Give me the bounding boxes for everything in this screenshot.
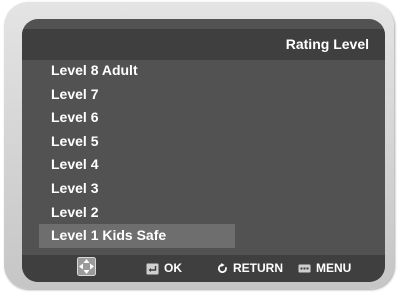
navigate-hint <box>77 257 101 276</box>
enter-icon <box>146 263 159 274</box>
rating-level-item[interactable]: Level 2 <box>39 201 235 225</box>
page-title: Rating Level <box>285 36 369 52</box>
osd-screen: Rating Level Level 8 Adult Level 7 Level… <box>22 19 385 282</box>
title-bar: Rating Level <box>22 29 385 60</box>
rating-level-item[interactable]: Level 5 <box>39 130 235 154</box>
rating-level-item[interactable]: Level 8 Adult <box>39 59 235 83</box>
return-icon <box>217 263 227 273</box>
menu-hint: MENU <box>298 261 351 276</box>
tv-frame: Rating Level Level 8 Adult Level 7 Level… <box>4 2 394 289</box>
menu-label: MENU <box>316 261 352 275</box>
menu-icon <box>298 264 311 273</box>
ok-hint: OK <box>146 261 182 276</box>
rating-level-item[interactable]: Level 4 <box>39 153 235 177</box>
rating-level-list: Level 8 Adult Level 7 Level 6 Level 5 Le… <box>39 59 235 248</box>
rating-level-item[interactable]: Level 6 <box>39 106 235 130</box>
ok-label: OK <box>164 261 182 275</box>
rating-level-item[interactable]: Level 3 <box>39 177 235 201</box>
button-guide-bar: OK RETURN MENU <box>22 255 385 282</box>
return-label: RETURN <box>233 261 283 275</box>
rating-level-item[interactable]: Level 7 <box>39 83 235 107</box>
return-hint: RETURN <box>217 261 283 276</box>
rating-level-item-selected[interactable]: Level 1 Kids Safe <box>39 224 235 248</box>
dpad-icon <box>77 257 96 276</box>
